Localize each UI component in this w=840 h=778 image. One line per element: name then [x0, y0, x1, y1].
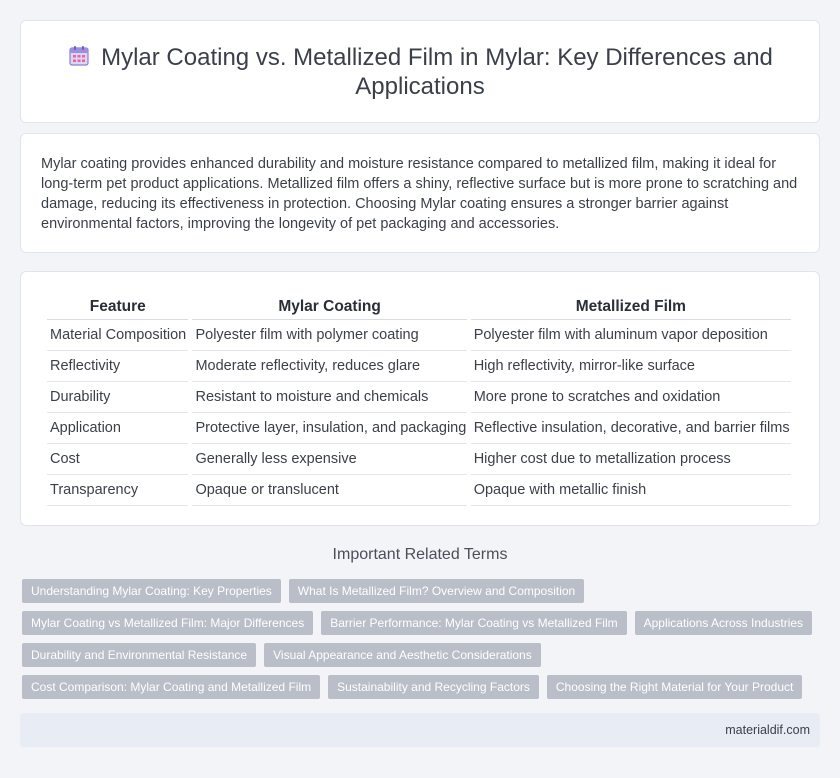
- related-term-tag[interactable]: Durability and Environmental Resistance: [22, 643, 257, 667]
- related-terms-heading: Important Related Terms: [332, 546, 508, 563]
- page-title-text: Mylar Coating vs. Metallized Film in Myl…: [101, 44, 773, 100]
- column-header: Feature: [47, 294, 189, 320]
- footer: materialdif.com: [20, 713, 820, 747]
- table-row: Reflectivity Moderate reflectivity, redu…: [47, 351, 791, 382]
- tag-row: Durability and Environmental Resistance …: [22, 643, 822, 667]
- related-term-tag[interactable]: Sustainability and Recycling Factors: [328, 675, 539, 699]
- table-cell: Material Composition: [47, 320, 189, 351]
- table-row: Transparency Opaque or translucent Opaqu…: [47, 475, 791, 506]
- table-cell: Opaque with metallic finish: [470, 475, 791, 506]
- table-cell: Higher cost due to metallization process: [470, 444, 791, 475]
- table-cell: Transparency: [47, 475, 189, 506]
- related-term-tag[interactable]: Cost Comparison: Mylar Coating and Metal…: [22, 675, 321, 699]
- table-cell: More prone to scratches and oxidation: [470, 382, 791, 413]
- tag-row: Mylar Coating vs Metallized Film: Major …: [22, 611, 822, 635]
- table-cell: Moderate reflectivity, reduces glare: [192, 351, 467, 382]
- related-term-tag[interactable]: Applications Across Industries: [634, 611, 813, 635]
- footer-site-link[interactable]: materialdif.com: [725, 723, 810, 737]
- related-term-tag[interactable]: Mylar Coating vs Metallized Film: Major …: [22, 611, 314, 635]
- related-term-tag[interactable]: Visual Appearance and Aesthetic Consider…: [264, 643, 541, 667]
- tag-row: Understanding Mylar Coating: Key Propert…: [22, 579, 822, 603]
- related-term-tag[interactable]: Choosing the Right Material for Your Pro…: [546, 675, 803, 699]
- related-term-tag[interactable]: Barrier Performance: Mylar Coating vs Me…: [321, 611, 627, 635]
- comparison-card: Feature Mylar Coating Metallized Film Ma…: [20, 271, 820, 526]
- table-row: Material Composition Polyester film with…: [47, 320, 791, 351]
- related-term-tag[interactable]: What Is Metallized Film? Overview and Co…: [288, 579, 585, 603]
- column-header: Mylar Coating: [192, 294, 467, 320]
- summary-card: Mylar coating provides enhanced durabili…: [20, 133, 820, 253]
- table-cell: Polyester film with polymer coating: [192, 320, 467, 351]
- table-cell: Polyester film with aluminum vapor depos…: [470, 320, 791, 351]
- related-term-tag[interactable]: Understanding Mylar Coating: Key Propert…: [22, 579, 281, 603]
- table-cell: Reflective insulation, decorative, and b…: [470, 413, 791, 444]
- page-title: Mylar Coating vs. Metallized Film in Myl…: [61, 43, 779, 101]
- table-row: Cost Generally less expensive Higher cos…: [47, 444, 791, 475]
- summary-paragraph: Mylar coating provides enhanced durabili…: [41, 156, 798, 232]
- table-cell: Resistant to moisture and chemicals: [192, 382, 467, 413]
- table-cell: Application: [47, 413, 189, 444]
- table-header-row: Feature Mylar Coating Metallized Film: [47, 294, 791, 320]
- table-cell: Protective layer, insulation, and packag…: [192, 413, 467, 444]
- table-cell: Opaque or translucent: [192, 475, 467, 506]
- table-cell: Cost: [47, 444, 189, 475]
- table-cell: Durability: [47, 382, 189, 413]
- calendar-icon: [67, 44, 91, 68]
- title-card: Mylar Coating vs. Metallized Film in Myl…: [20, 20, 820, 123]
- table-cell: High reflectivity, mirror-like surface: [470, 351, 791, 382]
- table-row: Durability Resistant to moisture and che…: [47, 382, 791, 413]
- table-cell: Generally less expensive: [192, 444, 467, 475]
- comparison-table: Feature Mylar Coating Metallized Film Ma…: [43, 294, 795, 506]
- tag-row: Cost Comparison: Mylar Coating and Metal…: [22, 675, 822, 699]
- column-header: Metallized Film: [470, 294, 791, 320]
- table-row: Application Protective layer, insulation…: [47, 413, 791, 444]
- table-cell: Reflectivity: [47, 351, 189, 382]
- related-terms-list: Understanding Mylar Coating: Key Propert…: [22, 579, 822, 707]
